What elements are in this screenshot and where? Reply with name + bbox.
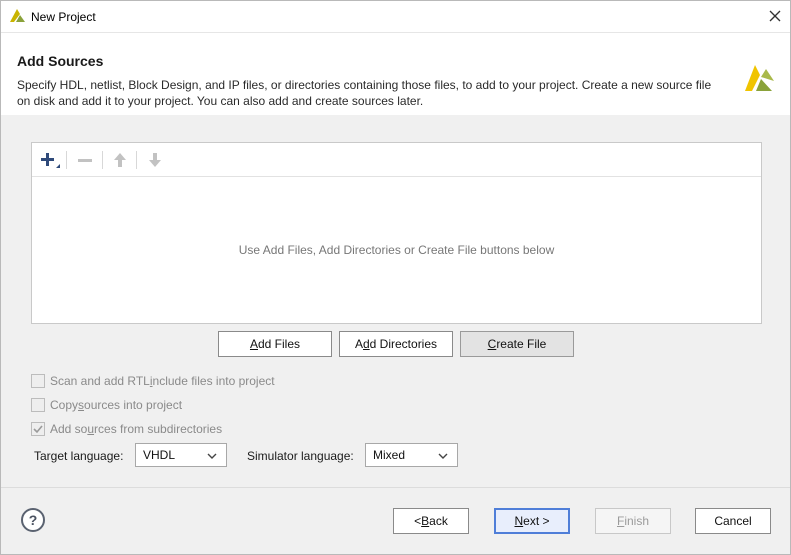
cancel-label: Cancel <box>714 514 752 528</box>
cancel-button[interactable]: Cancel <box>695 508 771 534</box>
minus-icon <box>78 159 92 162</box>
add-subdirectories-label-post: rces from subdirectories <box>94 422 223 436</box>
back-label-pre: < <box>414 514 422 528</box>
page-description-line-2: on disk and add it to your project. You … <box>17 94 424 108</box>
close-button[interactable] <box>763 4 787 28</box>
toolbar-separator <box>102 151 103 169</box>
help-icon: ? <box>28 512 38 528</box>
finish-mnemonic: F <box>616 514 625 528</box>
add-subdirectories-checkbox[interactable] <box>31 422 45 436</box>
copy-sources-label-post: ources into project <box>84 398 183 412</box>
target-language-select[interactable]: VHDL <box>135 443 227 467</box>
simulator-language-value: Mixed <box>373 448 406 462</box>
finish-label-post: inish <box>624 514 650 528</box>
next-mnemonic: N <box>514 514 524 528</box>
copy-sources-checkbox[interactable] <box>31 398 45 412</box>
remove-source-button[interactable] <box>73 149 97 171</box>
back-mnemonic: B <box>421 514 430 528</box>
finish-button[interactable]: Finish <box>595 508 671 534</box>
back-label-post: ack <box>429 514 448 528</box>
add-files-label-post: dd Files <box>257 337 301 351</box>
add-directories-button[interactable]: Add Directories <box>339 331 453 357</box>
next-button[interactable]: Next > <box>494 508 570 534</box>
chevron-down-icon <box>438 453 448 459</box>
add-files-mnemonic: A <box>249 337 258 351</box>
arrow-up-icon <box>114 153 126 167</box>
vivado-logo-icon <box>9 8 26 24</box>
add-subdirectories-option[interactable]: Add so u rces from subdirectories <box>31 421 222 437</box>
add-directories-label-post: d Directories <box>369 337 438 351</box>
back-button[interactable]: < Back <box>393 508 469 534</box>
scan-rtl-checkbox[interactable] <box>31 374 45 388</box>
page-header: Add Sources Specify HDL, netlist, Block … <box>1 32 790 115</box>
page-description-line-1: Specify HDL, netlist, Block Design, and … <box>17 78 712 92</box>
add-subdirectories-mnemonic: u <box>87 422 95 436</box>
add-sources-button[interactable] <box>38 149 62 171</box>
add-files-button[interactable]: Add Files <box>218 331 332 357</box>
scan-rtl-label-post: nclude files into project <box>152 374 275 388</box>
copy-sources-option[interactable]: Copy s ources into project <box>31 397 182 413</box>
empty-list-message: Use Add Files, Add Directories or Create… <box>238 243 555 257</box>
chevron-down-icon <box>207 453 217 459</box>
page-title: Add Sources <box>17 53 104 69</box>
create-file-button[interactable]: Create File <box>460 331 574 357</box>
page-description: Specify HDL, netlist, Block Design, and … <box>17 77 737 109</box>
simulator-language-label: Simulator language: <box>247 449 354 463</box>
help-button[interactable]: ? <box>21 508 45 532</box>
move-down-button[interactable] <box>143 149 167 171</box>
add-directories-label-pre: A <box>354 337 363 351</box>
xilinx-logo-icon <box>742 61 776 95</box>
create-file-label-post: reate File <box>496 337 547 351</box>
arrow-down-icon <box>149 153 161 167</box>
next-label-post: ext > <box>523 514 550 528</box>
file-list-toolbar <box>32 143 761 177</box>
footer-divider <box>1 487 790 488</box>
window-title: New Project <box>31 10 96 24</box>
target-language-value: VHDL <box>143 448 176 462</box>
move-up-button[interactable] <box>108 149 132 171</box>
close-icon <box>769 10 781 22</box>
copy-sources-label-pre: Copy <box>50 398 79 412</box>
scan-rtl-label-pre: Scan and add RTL <box>50 374 150 388</box>
plus-icon <box>41 153 60 168</box>
target-language-label: Target language: <box>34 449 124 463</box>
add-directories-mnemonic: d <box>362 337 370 351</box>
sources-file-list[interactable]: Use Add Files, Add Directories or Create… <box>31 142 762 324</box>
add-subdirectories-label-pre: Add so <box>50 422 88 436</box>
toolbar-separator <box>66 151 67 169</box>
scan-rtl-option[interactable]: Scan and add RTL i nclude files into proj… <box>31 373 275 389</box>
toolbar-separator <box>136 151 137 169</box>
checkmark-icon <box>33 425 43 434</box>
title-bar: New Project <box>1 1 790 32</box>
simulator-language-select[interactable]: Mixed <box>365 443 458 467</box>
create-file-mnemonic: C <box>487 337 497 351</box>
new-project-dialog: New Project Add Sources Specify HDL, net… <box>0 0 791 555</box>
